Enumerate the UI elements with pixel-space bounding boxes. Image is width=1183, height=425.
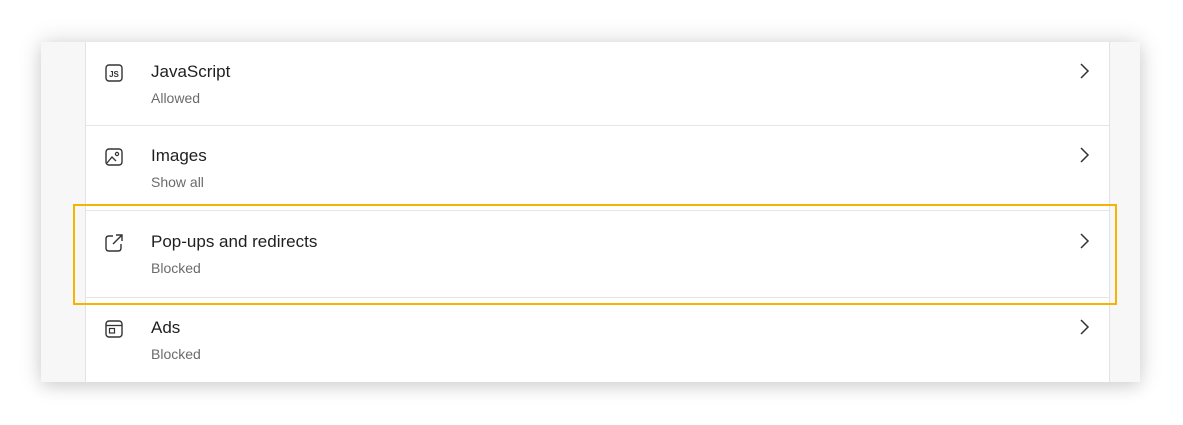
image-icon: [104, 147, 124, 167]
row-divider: [86, 210, 1109, 211]
javascript-icon: JS: [104, 63, 124, 83]
setting-row-ads[interactable]: Ads Blocked: [86, 298, 1109, 382]
setting-status: Allowed: [151, 90, 201, 106]
svg-text:JS: JS: [109, 70, 119, 79]
chevron-right-icon[interactable]: [1078, 146, 1090, 164]
setting-title: JavaScript: [151, 62, 231, 81]
chevron-right-icon[interactable]: [1078, 232, 1090, 250]
setting-title: Ads: [151, 318, 181, 337]
site-permissions-panel: JS JavaScript Allowed Images Show all Po…: [85, 42, 1110, 382]
settings-window: JS JavaScript Allowed Images Show all Po…: [41, 42, 1140, 382]
chevron-right-icon[interactable]: [1078, 318, 1090, 336]
setting-row-images[interactable]: Images Show all: [86, 126, 1109, 210]
setting-title: Images: [151, 146, 207, 165]
screenshot-page: JS JavaScript Allowed Images Show all Po…: [0, 0, 1183, 425]
setting-row-popups-and-redirects[interactable]: Pop-ups and redirects Blocked: [86, 212, 1109, 296]
setting-status: Blocked: [151, 346, 201, 362]
external-link-icon: [104, 233, 124, 253]
chevron-right-icon[interactable]: [1078, 62, 1090, 80]
ads-icon: [104, 319, 124, 339]
setting-row-javascript[interactable]: JS JavaScript Allowed: [86, 42, 1109, 126]
setting-status: Show all: [151, 174, 204, 190]
setting-status: Blocked: [151, 260, 201, 276]
setting-title: Pop-ups and redirects: [151, 232, 318, 251]
